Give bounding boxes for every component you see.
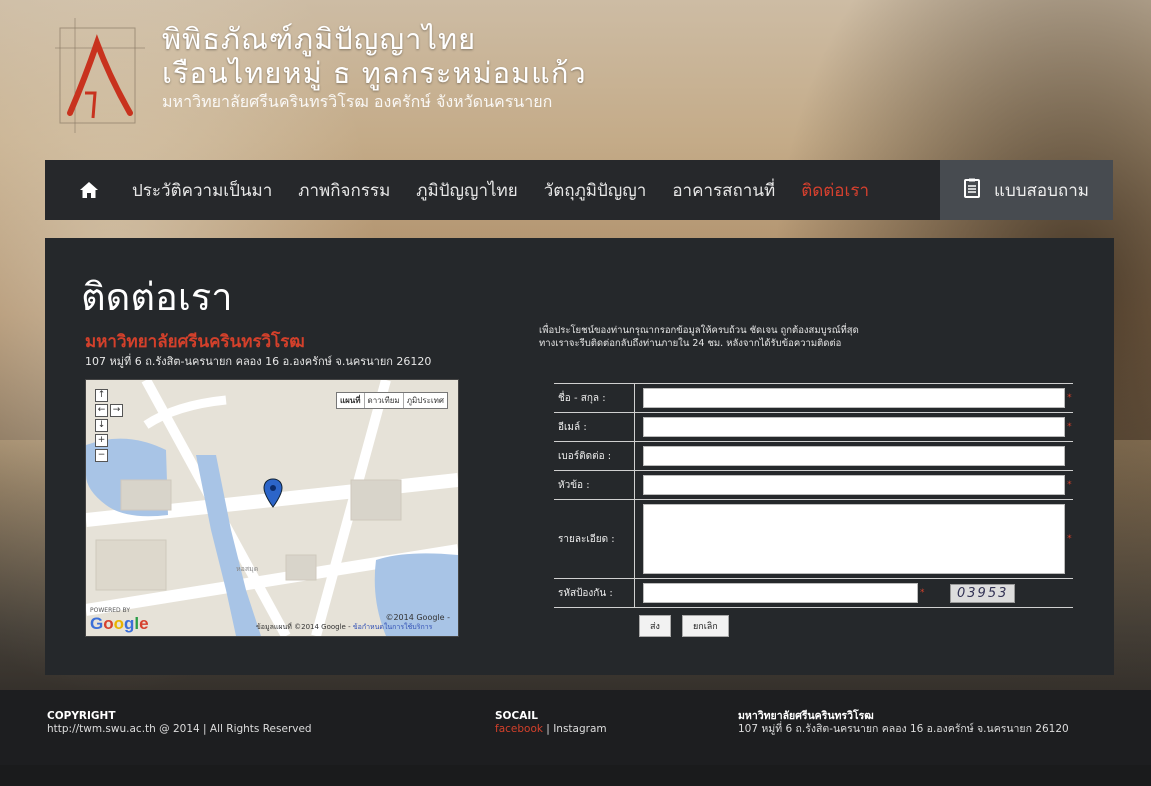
name-label: ชื่อ - สกุล : [554,384,635,412]
powered-by-text: POWERED BY [90,607,131,614]
pan-up-icon[interactable]: ↑ [95,389,108,402]
map-copyright: ©2014 Google - [385,613,450,622]
map-terms-link[interactable]: ข้อกำหนดในการใช้บริการ [353,623,433,631]
copyright-heading: COPYRIGHT [47,710,116,722]
form-intro-line2: ทางเราจะรีบติดต่อกลับถึงท่านภายใน 24 ชม.… [539,338,842,349]
detail-label: รายละเอียด : [554,500,635,578]
survey-label: แบบสอบถาม [994,180,1089,201]
pan-right-icon[interactable]: → [110,404,123,417]
home-icon [80,182,98,198]
footer-copyright: COPYRIGHT http://twm.swu.ac.th @ 2014 | … [47,710,312,736]
social-separator: | [542,723,554,735]
footer-address: มหาวิทยาลัยศรีนครินทรวิโรฒ 107 หมู่ที่ 6… [738,710,1069,736]
required-mark: * [1067,534,1072,544]
required-mark: * [1067,480,1072,490]
nav-item-activities[interactable]: ภาพกิจกรรม [285,177,403,204]
email-label: อีเมล์ : [554,413,635,441]
required-mark: * [1067,422,1072,432]
site-logo[interactable] [55,18,145,133]
nav-item-artifacts[interactable]: วัตถุภูมิปัญญา [531,177,660,204]
nav-home[interactable] [59,160,119,220]
subject-field[interactable] [643,475,1066,495]
form-row-subject: หัวข้อ : * [554,470,1073,499]
phone-label: เบอร์ติดต่อ : [554,442,635,470]
cancel-button[interactable]: ยกเลิก [681,615,729,637]
google-map[interactable]: ↑ ← → ↓ + − แผนที่ ดาวเทียม ภูมิประเทศ หอ… [85,379,459,637]
zoom-in-icon[interactable]: + [95,434,108,447]
map-canvas [86,380,458,636]
survey-button[interactable]: แบบสอบถาม [940,160,1113,220]
site-title-line1: พิพิธภัณฑ์ภูมิปัญญาไทย [162,22,477,56]
form-buttons: ส่ง ยกเลิก [639,614,1073,637]
site-title-line2: เรือนไทยหมู่ ธ ทูลกระหม่อมแก้ว [162,56,587,90]
required-mark: * [1067,393,1072,403]
nav-item-thai-wisdom[interactable]: ภูมิปัญญาไทย [403,177,530,204]
name-field[interactable] [643,388,1066,408]
footer-bottom-strip [0,765,1151,786]
form-row-email: อีเมล์ : * [554,412,1073,441]
submit-button[interactable]: ส่ง [639,615,671,637]
zoom-out-icon[interactable]: − [95,449,108,462]
university-name: มหาวิทยาลัยศรีนครินทรวิโรฒ [85,332,305,352]
form-intro: เพื่อประโยชน์ของท่านกรุณากรอกข้อมูลให้คร… [539,324,859,350]
phone-field[interactable] [643,446,1066,466]
map-type-switch: แผนที่ ดาวเทียม ภูมิประเทศ [335,392,448,409]
clipboard-icon [964,178,981,203]
email-field[interactable] [643,417,1066,437]
instagram-link[interactable]: Instagram [553,723,606,735]
logo-icon [55,18,145,133]
form-row-detail: รายละเอียด : * [554,499,1073,578]
university-address: 107 หมู่ที่ 6 ถ.รังสิต-นครนายก คลอง 16 อ… [85,355,432,368]
map-type-map[interactable]: แผนที่ [337,393,365,408]
map-type-terrain[interactable]: ภูมิประเทศ [404,393,447,408]
nav-item-buildings[interactable]: อาคารสถานที่ [659,177,788,204]
footer-social: SOCAIL facebook | Instagram [495,710,607,736]
nav-item-history[interactable]: ประวัติความเป็นมา [119,177,285,204]
social-heading: SOCAIL [495,710,538,722]
contact-form: ชื่อ - สกุล : * อีเมล์ : * เบอร์ติดต่อ :… [554,383,1073,637]
form-row-name: ชื่อ - สกุล : * [554,383,1073,412]
map-pan-zoom-controls[interactable]: ↑ ← → ↓ + − [94,388,124,463]
required-mark: * [920,588,925,598]
form-intro-line1: เพื่อประโยชน์ของท่านกรุณากรอกข้อมูลให้คร… [539,325,859,336]
form-row-phone: เบอร์ติดต่อ : [554,441,1073,470]
google-logo[interactable]: Google [90,614,149,634]
form-row-captcha: รหัสป้องกัน : * 03953 [554,578,1073,608]
facebook-link[interactable]: facebook [495,723,543,735]
pan-left-icon[interactable]: ← [95,404,108,417]
detail-field[interactable] [643,504,1066,574]
site-title-line3: มหาวิทยาลัยศรีนครินทรวิโรฒ องครักษ์ จังห… [162,92,553,111]
map-terms-prefix: ข้อมูลแผนที่ ©2014 Google - [256,623,351,631]
copyright-text: http://twm.swu.ac.th @ 2014 | All Rights… [47,723,312,735]
map-terms: ข้อมูลแผนที่ ©2014 Google - ข้อกำหนดในกา… [256,622,432,633]
page-title: ติดต่อเรา [81,275,233,319]
subject-label: หัวข้อ : [554,471,635,499]
captcha-field[interactable] [643,583,918,603]
captcha-label: รหัสป้องกัน : [554,579,635,607]
pan-down-icon[interactable]: ↓ [95,419,108,432]
map-type-satellite[interactable]: ดาวเทียม [365,393,404,408]
main-nav: ประวัติความเป็นมา ภาพกิจกรรม ภูมิปัญญาไท… [45,160,940,220]
footer-address-text: 107 หมู่ที่ 6 ถ.รังสิต-นครนายก คลอง 16 อ… [738,723,1069,735]
site-title: พิพิธภัณฑ์ภูมิปัญญาไทย เรือนไทยหมู่ ธ ทู… [162,22,587,114]
map-marker-icon[interactable] [263,478,283,508]
map-label-library: หอสมุด [236,565,259,573]
captcha-image: 03953 [950,583,1016,603]
contact-panel: ติดต่อเรา มหาวิทยาลัยศรีนครินทรวิโรฒ 107… [45,238,1114,675]
footer-university: มหาวิทยาลัยศรีนครินทรวิโรฒ [738,710,874,722]
nav-item-contact[interactable]: ติดต่อเรา [788,177,882,204]
